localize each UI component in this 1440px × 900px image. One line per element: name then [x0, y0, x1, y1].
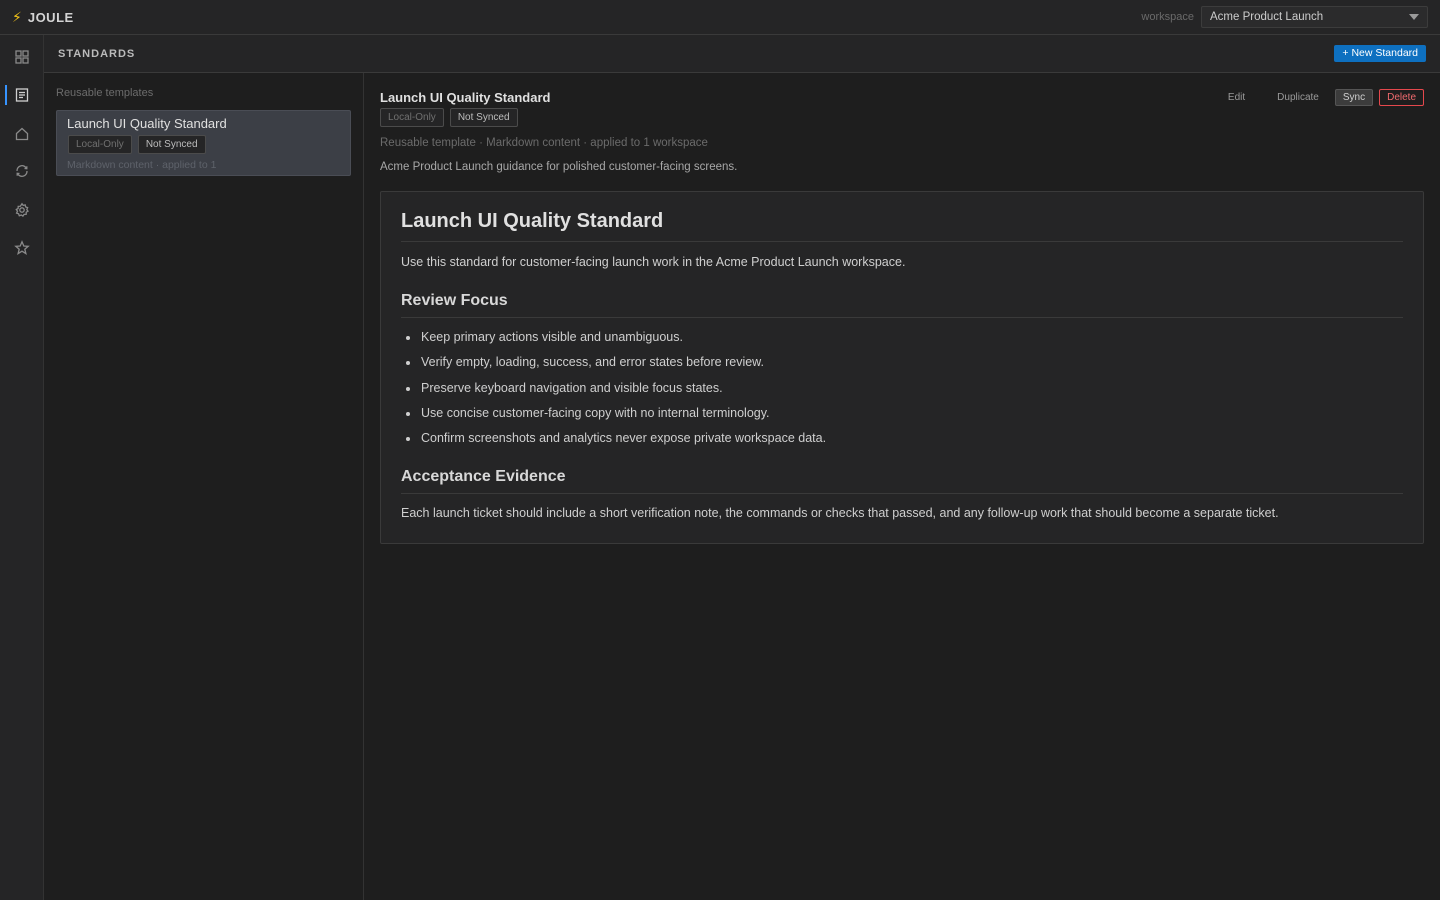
document-heading: Launch UI Quality Standard: [401, 210, 1403, 242]
acceptance-evidence-text: Each launch ticket should include a shor…: [401, 506, 1279, 520]
list-item: Use concise customer-facing copy with no…: [401, 405, 826, 430]
activity-bar: [0, 35, 44, 900]
detail-description: Acme Product Launch guidance for polishe…: [380, 161, 738, 173]
workspace-selected-value: Acme Product Launch: [1210, 11, 1324, 23]
sync-cycle-icon: [16, 165, 28, 177]
title-bar: ⚡ JOULE workspace Acme Product Launch: [0, 0, 1440, 35]
lightning-bolt-icon: ⚡: [12, 8, 22, 25]
workspace-picker: workspace Acme Product Launch: [1141, 6, 1428, 28]
list-item: Confirm screenshots and analytics never …: [401, 430, 826, 455]
detail-badges: Local-Only Not Synced: [380, 108, 518, 127]
workspace-select[interactable]: Acme Product Launch: [1201, 6, 1428, 28]
app-name: JOULE: [27, 9, 74, 25]
standards-document-icon: [15, 88, 29, 102]
panel-title: STANDARDS: [58, 47, 136, 60]
standards-list-pane: Reusable templates Launch UI Quality Sta…: [44, 73, 364, 900]
standard-detail-pane: Launch UI Quality Standard Local-Only No…: [364, 73, 1440, 900]
detail-actions: Edit Duplicate Sync Delete: [1220, 89, 1424, 106]
list-item-badges: Local-Only Not Synced: [68, 135, 206, 154]
duplicate-button[interactable]: Duplicate: [1269, 89, 1327, 106]
review-focus-list: Keep primary actions visible and unambig…: [401, 329, 826, 455]
document-intro: Use this standard for customer-facing la…: [401, 255, 906, 269]
edit-button[interactable]: Edit: [1220, 89, 1253, 106]
not-synced-badge: Not Synced: [449, 108, 518, 127]
activity-dashboard[interactable]: [0, 43, 44, 71]
section-heading-review-focus: Review Focus: [401, 292, 1403, 318]
delete-button[interactable]: Delete: [1379, 89, 1424, 106]
activity-sync[interactable]: [0, 157, 44, 185]
list-item-title: Launch UI Quality Standard: [67, 116, 227, 131]
list-item: Keep primary actions visible and unambig…: [401, 329, 826, 354]
markdown-preview: Launch UI Quality Standard Use this stan…: [380, 191, 1424, 544]
list-item: Preserve keyboard navigation and visible…: [401, 380, 826, 405]
list-heading: Reusable templates: [56, 87, 154, 99]
detail-title: Launch UI Quality Standard: [380, 90, 551, 105]
activity-settings[interactable]: [0, 196, 44, 224]
activity-home[interactable]: [0, 120, 44, 148]
new-standard-button[interactable]: + New Standard: [1334, 45, 1426, 62]
sync-button[interactable]: Sync: [1334, 89, 1374, 106]
chevron-down-icon: [1409, 14, 1419, 20]
gear-icon: [15, 202, 29, 217]
list-item-meta: Markdown content · applied to 1: [67, 159, 217, 171]
star-icon: [14, 240, 30, 255]
activity-standards[interactable]: [0, 81, 44, 109]
local-only-badge: Local-Only: [380, 108, 444, 127]
home-icon: [15, 127, 29, 141]
panel-header: STANDARDS + New Standard: [44, 35, 1440, 73]
workspace-label: workspace: [1141, 11, 1194, 23]
section-heading-acceptance-evidence: Acceptance Evidence: [401, 468, 1403, 494]
dashboard-grid-icon: [15, 50, 29, 64]
detail-meta: Reusable template · Markdown content · a…: [380, 137, 708, 149]
not-synced-badge: Not Synced: [137, 135, 206, 154]
list-item[interactable]: Launch UI Quality Standard Local-Only No…: [56, 110, 351, 176]
local-only-badge: Local-Only: [68, 135, 132, 154]
activity-favorites[interactable]: [0, 234, 44, 262]
list-item: Verify empty, loading, success, and erro…: [401, 354, 826, 379]
app-brand: ⚡ JOULE: [12, 9, 74, 26]
